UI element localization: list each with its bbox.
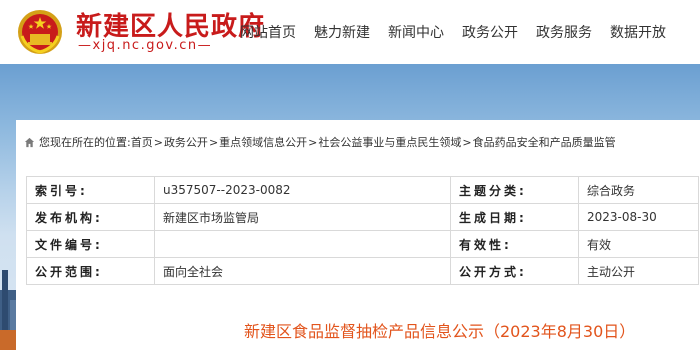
breadcrumb-item-food-drug[interactable]: 食品药品安全和产品质量监管: [473, 134, 616, 150]
publisher-value: 新建区市场监管局: [154, 203, 451, 231]
site-url: —xjq.nc.gov.cn—: [78, 38, 213, 53]
breadcrumb-item-public-welfare[interactable]: 社会公益事业与重点民生领域: [318, 134, 461, 150]
breadcrumb-prefix: 您现在所在的位置:: [39, 136, 131, 149]
site-url-text: xjq.nc.gov.cn: [92, 38, 198, 53]
table-row: 索引号: u357507--2023-0082 主题分类: 综合政务: [26, 176, 699, 204]
category-value: 综合政务: [578, 176, 699, 204]
docno-label: 文件编号:: [26, 230, 155, 258]
site-header: 新建区人民政府 —xjq.nc.gov.cn— 网站首页 魅力新建 新闻中心 政…: [0, 0, 700, 64]
nav-item-home[interactable]: 网站首页: [240, 22, 296, 42]
content-panel: 您现在所在的位置: 首页 > 政务公开 > 重点领域信息公开 > 社会公益事业与…: [16, 120, 700, 350]
table-row: 文件编号: 有效性: 有效: [26, 230, 699, 258]
document-metadata-table: 索引号: u357507--2023-0082 主题分类: 综合政务 发布机构:…: [26, 176, 699, 285]
method-label: 公开方式:: [450, 257, 579, 285]
method-value: 主动公开: [578, 257, 699, 285]
national-emblem-icon[interactable]: [16, 8, 64, 56]
breadcrumb-item-gov-open[interactable]: 政务公开: [164, 134, 208, 150]
index-value: u357507--2023-0082: [154, 176, 451, 204]
validity-value: 有效: [578, 230, 699, 258]
home-icon: [24, 137, 35, 147]
nav-item-news[interactable]: 新闻中心: [388, 22, 444, 42]
breadcrumb-item-home[interactable]: 首页: [131, 134, 153, 150]
category-label: 主题分类:: [450, 176, 579, 204]
breadcrumb-separator: >: [208, 135, 219, 149]
scope-label: 公开范围:: [26, 257, 155, 285]
publisher-label: 发布机构:: [26, 203, 155, 231]
nav-item-charm[interactable]: 魅力新建: [314, 22, 370, 42]
date-label: 生成日期:: [450, 203, 579, 231]
main-nav: 网站首页 魅力新建 新闻中心 政务公开 政务服务 数据开放: [240, 0, 666, 64]
breadcrumb-separator: >: [308, 135, 318, 149]
document-title: 新建区食品监督抽检产品信息公示（2023年8月30日）: [244, 322, 636, 341]
table-row: 发布机构: 新建区市场监管局 生成日期: 2023-08-30: [26, 203, 699, 231]
table-row: 公开范围: 面向全社会 公开方式: 主动公开: [26, 257, 699, 285]
index-label: 索引号:: [26, 176, 155, 204]
nav-item-open-data[interactable]: 数据开放: [610, 22, 666, 42]
nav-item-gov-service[interactable]: 政务服务: [536, 22, 592, 42]
nav-item-gov-open[interactable]: 政务公开: [462, 22, 518, 42]
validity-label: 有效性:: [450, 230, 579, 258]
date-value: 2023-08-30: [578, 203, 699, 231]
breadcrumb-separator: >: [462, 135, 472, 149]
scope-value: 面向全社会: [154, 257, 451, 285]
docno-value: [154, 230, 451, 258]
breadcrumb-item-key-areas[interactable]: 重点领域信息公开: [219, 134, 307, 150]
breadcrumb-separator: >: [153, 135, 163, 149]
breadcrumb: 您现在所在的位置: 首页 > 政务公开 > 重点领域信息公开 > 社会公益事业与…: [24, 134, 616, 150]
